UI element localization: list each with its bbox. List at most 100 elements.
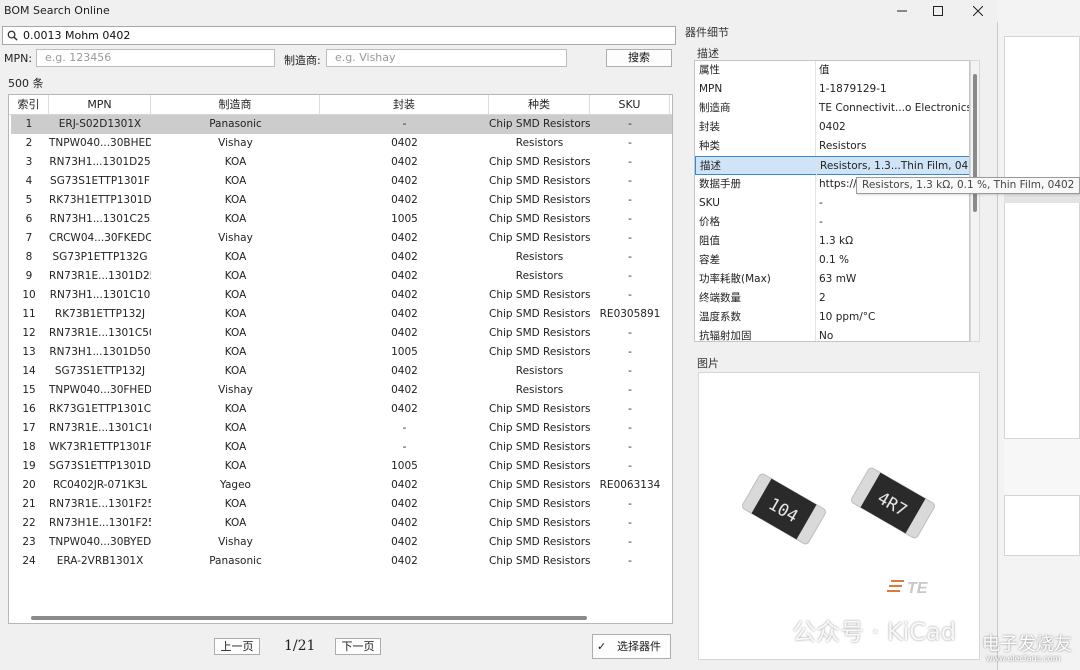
table-row[interactable]: 21 RN73R1E...1301F25 KOA 0402 Chip SMD Resis… (11, 495, 672, 514)
table-cell: Chip SMD Resistors (489, 118, 590, 130)
details-row[interactable]: 制造商 TE Connectivit...o Electronics) (695, 99, 969, 118)
table-cell: TNPW040...30BHED (49, 137, 151, 149)
column-divider (815, 137, 816, 156)
table-row[interactable]: 11 RK73B1ETTP132J KOA 0402 Chip SMD Resistor… (11, 305, 672, 324)
table-cell: - (402, 422, 407, 434)
column-header[interactable]: 制造商 (151, 95, 320, 115)
table-cell: 0402 (391, 194, 418, 206)
column-header[interactable]: 索引 (9, 95, 49, 115)
details-row[interactable]: 价格 - (695, 213, 969, 232)
details-row[interactable]: 描述 Resistors, 1.3...Thin Film, 0402 (695, 156, 969, 176)
table-cell: - (628, 365, 632, 377)
table-cell: 0402 (391, 327, 418, 339)
details-row[interactable]: 阻值 1.3 kΩ (695, 232, 969, 251)
table-row[interactable]: 13 RN73H1...1301D50 KOA 1005 Chip SMD Resist… (11, 343, 672, 362)
table-row[interactable]: 24 ERA-2VRB1301X Panasonic 0402 Chip SMD Res… (11, 552, 672, 571)
prev-page-button[interactable]: 上一页 (214, 638, 260, 655)
title-bar[interactable]: BOM Search Online (0, 0, 998, 22)
search-icon (7, 30, 18, 41)
table-row[interactable]: 1 ERJ-S02D1301X Panasonic - Chip SMD Resisto… (11, 115, 672, 134)
table-cell: KOA (224, 289, 247, 301)
table-row[interactable]: 7 CRCW04...30FKEDC Vishay 0402 Chip SMD Resi… (11, 229, 672, 248)
details-table[interactable]: 属性 值 MPN 1-1879129-1 制造商 TE Connectivit...o E… (694, 60, 970, 342)
column-divider (815, 251, 816, 270)
property-name: 价格 (699, 216, 720, 228)
mpn-field[interactable]: e.g. 123456 (36, 49, 275, 67)
watermark-brand: 电子发烧友 www.elecfans.com (956, 628, 1078, 668)
property-name: 阻值 (699, 235, 720, 247)
table-row[interactable]: 4 SG73S1ETTP1301F KOA 0402 Chip SMD Resistor… (11, 172, 672, 191)
table-cell: KOA (224, 346, 247, 358)
details-row[interactable]: 功率耗散(Max) 63 mW (695, 270, 969, 289)
property-name: 描述 (700, 160, 721, 172)
table-cell: RN73H1E...1301F25 (49, 517, 151, 529)
table-cell: SG73P1ETTP132G (52, 251, 148, 263)
column-divider (815, 118, 816, 137)
minimize-button[interactable] (884, 0, 920, 22)
select-component-button[interactable]: ✓ 选择器件 (592, 634, 671, 659)
table-row[interactable]: 3 RN73H1...1301D25 KOA 0402 Chip SMD Resisto… (11, 153, 672, 172)
close-button[interactable] (960, 0, 996, 22)
table-row[interactable]: 12 RN73R1E...1301C50 KOA 0402 Chip SMD Resis… (11, 324, 672, 343)
maximize-icon (933, 6, 943, 16)
table-cell: RK73G1ETTP1301C (49, 403, 151, 415)
column-header[interactable]: MPN (49, 95, 151, 115)
window-title: BOM Search Online (4, 4, 110, 17)
details-row[interactable]: 容差 0.1 % (695, 251, 969, 270)
table-row[interactable]: 20 RC0402JR-071K3L Yageo 0402 Chip SMD Resis… (11, 476, 672, 495)
table-row[interactable]: 17 RN73R1E...1301C10 KOA - Chip SMD Resistor… (11, 419, 672, 438)
search-input[interactable]: 0.0013 Mohm 0402 (2, 26, 676, 45)
table-row[interactable]: 14 SG73S1ETTP132J KOA 0402 Resistors - (11, 362, 672, 381)
results-table[interactable]: 索引 MPN 制造商 封装 种类 SKU 1 ERJ-S02D1301X Panasonic -… (8, 94, 673, 624)
table-row[interactable]: 6 RN73H1...1301C25 KOA 1005 Chip SMD Resisto… (11, 210, 672, 229)
table-cell: Chip SMD Resistors (489, 479, 590, 491)
table-row[interactable]: 10 RN73H1...1301C10 KOA 0402 Chip SMD Resist… (11, 286, 672, 305)
table-cell: 23 (22, 536, 36, 548)
table-cell: 12 (22, 327, 36, 339)
details-row[interactable]: SKU - (695, 194, 969, 213)
column-divider (815, 80, 816, 99)
table-row[interactable]: 19 SG73S1ETTP1301D KOA 1005 Chip SMD Resisto… (11, 457, 672, 476)
table-cell: - (402, 441, 407, 453)
table-cell: Chip SMD Resistors (489, 308, 590, 320)
horizontal-scrollbar[interactable] (31, 616, 587, 620)
property-name: 容差 (699, 254, 720, 266)
table-row[interactable]: 8 SG73P1ETTP132G KOA 0402 Resistors - (11, 248, 672, 267)
table-cell: 22 (22, 517, 36, 529)
table-cell: Chip SMD Resistors (489, 213, 590, 225)
description-group-title: 描述 (697, 47, 719, 60)
details-row[interactable]: 温度系数 10 ppm/°C (695, 308, 969, 327)
table-cell: Chip SMD Resistors (489, 194, 590, 206)
table-row[interactable]: 2 TNPW040...30BHED Vishay 0402 Resistors - (11, 134, 672, 153)
details-row[interactable]: 封装 0402 (695, 118, 969, 137)
maximize-button[interactable] (920, 0, 956, 22)
property-name: 温度系数 (699, 311, 741, 323)
search-button[interactable]: 搜索 (606, 49, 672, 67)
table-row[interactable]: 18 WK73R1ETTP1301F KOA - Chip SMD Resistors - (11, 438, 672, 457)
column-header[interactable]: 种类 (489, 95, 590, 115)
table-cell: KOA (224, 213, 247, 225)
table-row[interactable]: 5 RK73H1ETTP1301D KOA 0402 Chip SMD Resistor… (11, 191, 672, 210)
table-row[interactable]: 9 RN73R1E...1301D25 KOA 0402 Resistors - (11, 267, 672, 286)
table-cell: RK73B1ETTP132J (54, 308, 146, 320)
table-row[interactable]: 23 TNPW040...30BYED Vishay 0402 Chip SMD Res… (11, 533, 672, 552)
column-divider (815, 308, 816, 327)
details-row[interactable]: MPN 1-1879129-1 (695, 80, 969, 99)
property-value: No (819, 330, 834, 342)
table-row[interactable]: 22 RN73H1E...1301F25 KOA 0402 Chip SMD Resis… (11, 514, 672, 533)
details-row[interactable]: 种类 Resistors (695, 137, 969, 156)
next-page-button[interactable]: 下一页 (335, 638, 381, 655)
property-value: - (819, 197, 823, 209)
mpn-label: MPN: (4, 52, 33, 65)
column-header[interactable]: SKU (590, 95, 670, 115)
manufacturer-field[interactable]: e.g. Vishay (326, 49, 567, 67)
table-header: 索引 MPN 制造商 封装 种类 SKU (9, 95, 672, 115)
column-header[interactable]: 封装 (320, 95, 489, 115)
table-row[interactable]: 16 RK73G1ETTP1301C KOA 0402 Chip SMD Resisto… (11, 400, 672, 419)
details-row[interactable]: 终端数量 2 (695, 289, 969, 308)
table-row[interactable]: 15 TNPW040...30FHED Vishay 0402 Resistors - (11, 381, 672, 400)
details-section-title: 器件细节 (685, 26, 729, 39)
details-row[interactable]: 抗辐射加固 No (695, 327, 969, 342)
table-cell: Chip SMD Resistors (489, 327, 590, 339)
table-cell: RC0402JR-071K3L (52, 479, 148, 491)
